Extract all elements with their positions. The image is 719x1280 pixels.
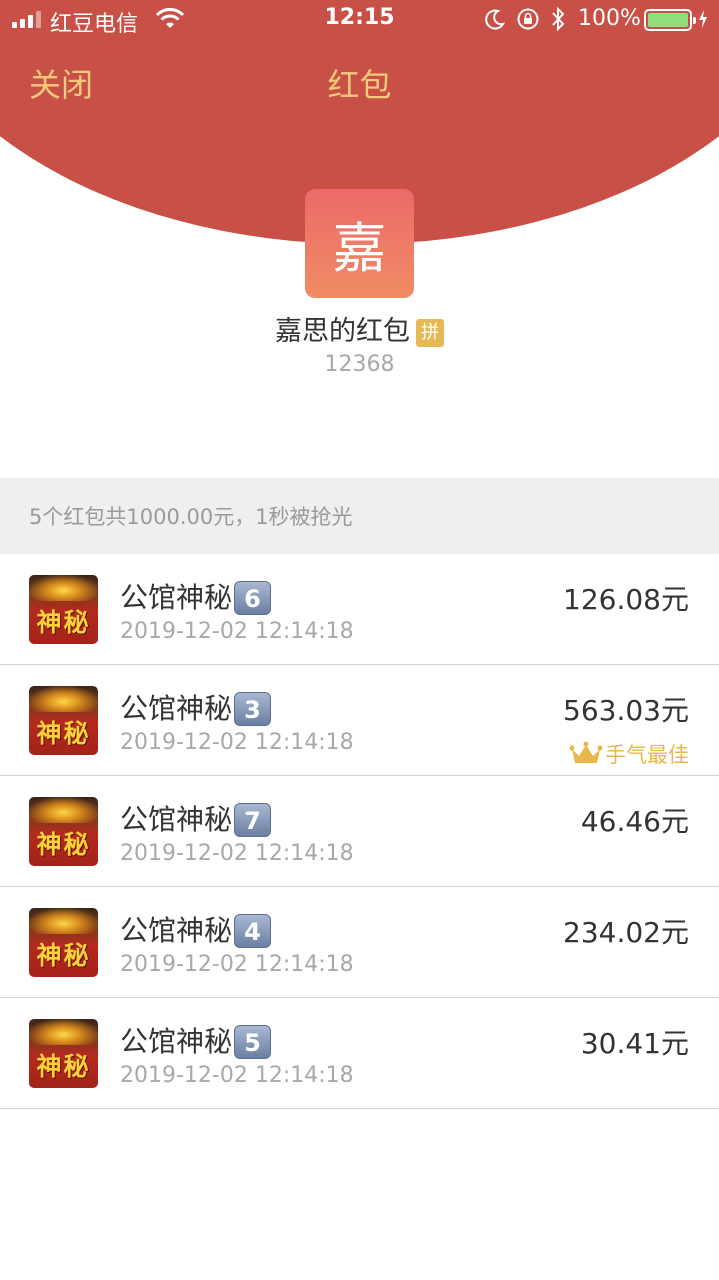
list-item[interactable]: 神秘 公馆神秘 3 2019-12-02 12:14:18 563.03元 手气最… <box>0 665 719 776</box>
list-item[interactable]: 神秘 公馆神秘 6 2019-12-02 12:14:18 126.08元 <box>0 554 719 665</box>
number-badge: 3 <box>234 692 272 726</box>
battery-icon <box>644 9 696 31</box>
avatar: 神秘 <box>29 575 98 644</box>
claim-amount: 234.02元 <box>563 916 689 949</box>
list-item[interactable]: 神秘 公馆神秘 7 2019-12-02 12:14:18 46.46元 <box>0 776 719 887</box>
claim-amount: 30.41元 <box>580 1027 689 1060</box>
sender-title: 嘉思的红包拼 <box>0 309 719 348</box>
claimant-name: 公馆神秘 7 <box>120 798 272 838</box>
list-item[interactable]: 神秘 公馆神秘 5 2019-12-02 12:14:18 30.41元 <box>0 998 719 1109</box>
number-badge: 4 <box>234 914 272 948</box>
sender-code: 12368 <box>324 352 395 377</box>
claim-amount: 563.03元 <box>563 694 689 727</box>
red-packet-detail-screen: 红豆电信 12:15 100% 关闭 红包 嘉 嘉思的红包拼 12368 5个红… <box>0 0 719 1280</box>
claim-time: 2019-12-02 12:14:18 <box>120 841 354 866</box>
claim-time: 2019-12-02 12:14:18 <box>120 619 354 644</box>
avatar: 神秘 <box>29 797 98 866</box>
do-not-disturb-moon-icon <box>485 9 506 30</box>
status-bar: 红豆电信 12:15 100% <box>0 0 719 40</box>
bluetooth-icon <box>552 6 565 32</box>
list-item[interactable]: 神秘 公馆神秘 4 2019-12-02 12:14:18 234.02元 <box>0 887 719 998</box>
claim-time: 2019-12-02 12:14:18 <box>120 730 354 755</box>
crown-icon <box>569 741 603 763</box>
best-luck-badge: 手气最佳 <box>569 739 689 769</box>
claim-time: 2019-12-02 12:14:18 <box>120 1063 354 1088</box>
claimant-name: 公馆神秘 3 <box>120 687 272 727</box>
number-badge: 7 <box>234 803 272 837</box>
number-badge: 6 <box>234 581 272 615</box>
claim-amount: 46.46元 <box>580 805 689 838</box>
claimant-name: 公馆神秘 5 <box>120 1020 272 1060</box>
claims-list: 神秘 公馆神秘 6 2019-12-02 12:14:18 126.08元 神秘 … <box>0 554 719 1109</box>
claim-amount: 126.08元 <box>563 583 689 616</box>
best-luck-label: 手气最佳 <box>605 743 689 767</box>
sender-avatar: 嘉 <box>305 189 414 298</box>
page-title: 红包 <box>327 66 392 104</box>
battery-percent: 100% <box>578 6 641 31</box>
avatar: 神秘 <box>29 686 98 755</box>
claimant-name: 公馆神秘 4 <box>120 909 272 949</box>
avatar: 神秘 <box>29 1019 98 1088</box>
pin-badge: 拼 <box>416 319 444 347</box>
rotation-lock-icon <box>517 8 539 30</box>
claim-time: 2019-12-02 12:14:18 <box>120 952 354 977</box>
sender-name-text: 嘉思的红包 <box>275 316 410 347</box>
avatar: 神秘 <box>29 908 98 977</box>
claimant-name: 公馆神秘 6 <box>120 576 272 616</box>
charging-bolt-icon <box>699 10 707 28</box>
sender-avatar-char: 嘉 <box>332 217 387 280</box>
summary-bar: 5个红包共1000.00元，1秒被抢光 <box>0 478 719 554</box>
number-badge: 5 <box>234 1025 272 1059</box>
